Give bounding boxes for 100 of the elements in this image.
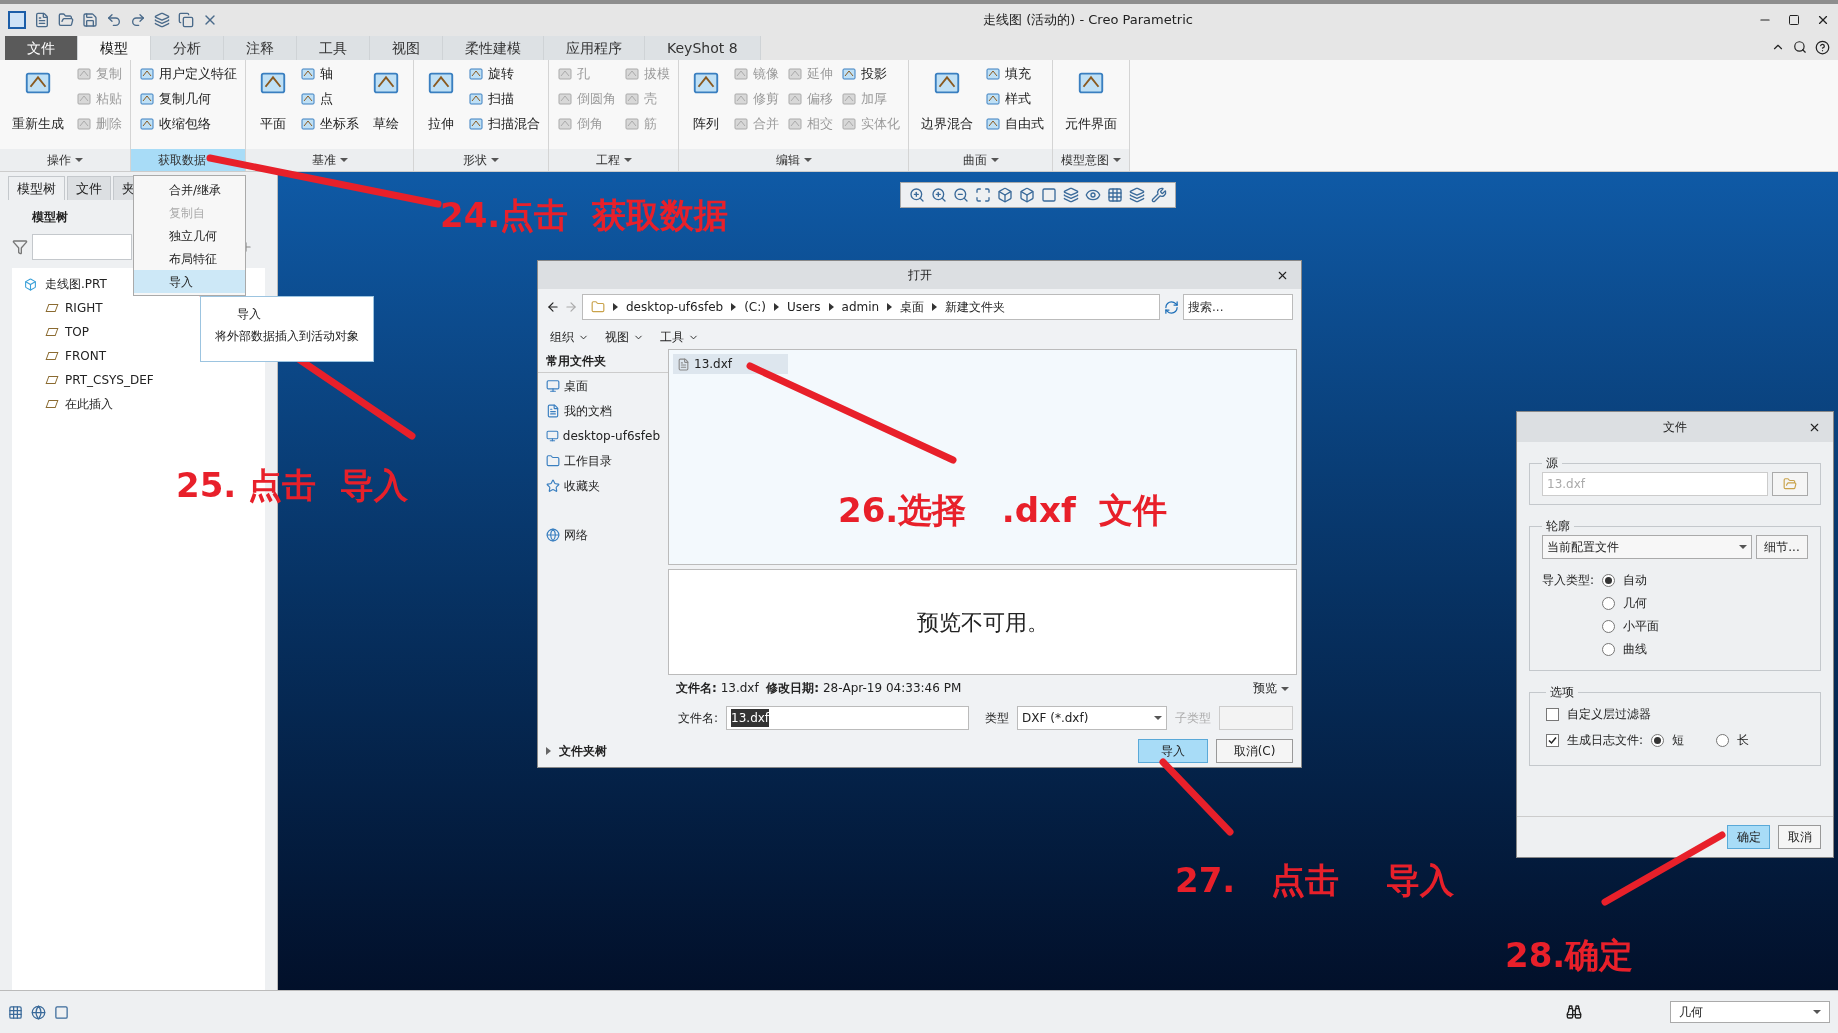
toolbar-menu[interactable]: 工具 [660, 328, 699, 346]
tree-item[interactable]: PRT_CSYS_DEF [12, 368, 265, 392]
ribbon-button[interactable]: 复制几何 [139, 89, 237, 108]
radio-button[interactable] [1602, 596, 1616, 610]
view-tool-icon[interactable] [975, 187, 991, 203]
ribbon-button[interactable]: 收缩包络 [139, 114, 237, 133]
radio-button[interactable] [1651, 733, 1665, 747]
ribbon-group-label[interactable]: 模型意图 [1053, 149, 1129, 171]
ribbon-button[interactable]: 坐标系 [300, 114, 359, 133]
ribbon-group-label[interactable]: 曲面 [909, 149, 1052, 171]
checkbox[interactable] [1546, 707, 1559, 721]
toolbar-icon[interactable] [178, 12, 194, 28]
dialog-button[interactable]: 取消(C) [1216, 739, 1293, 763]
radio-button[interactable] [1602, 573, 1616, 587]
view-tool-icon[interactable] [1019, 187, 1035, 203]
view-tool-icon[interactable] [953, 187, 969, 203]
filter-field[interactable] [32, 234, 132, 260]
ribbon-large-button[interactable]: 拉伸 [422, 64, 460, 149]
ribbon-group-label[interactable]: 操作 [0, 149, 130, 171]
details-button[interactable]: 细节... [1756, 535, 1808, 559]
view-tool-icon[interactable] [1063, 187, 1079, 203]
menu-item[interactable]: 独立几何 [134, 224, 245, 247]
ribbon-large-button[interactable]: 平面 [254, 64, 292, 149]
ribbon-button[interactable]: 轴 [300, 64, 359, 83]
help-icon[interactable] [1815, 39, 1830, 55]
ribbon-button[interactable]: 用户定义特征 [139, 64, 237, 83]
ribbon-button[interactable]: 扫描混合 [468, 114, 540, 133]
ribbon-button[interactable]: 投影 [841, 64, 900, 83]
path-segment[interactable]: desktop-uf6sfeb [626, 298, 724, 316]
ribbon-large-button[interactable]: 元件界面 [1061, 64, 1121, 149]
sidebar-item[interactable]: 工作目录 [538, 448, 668, 473]
status-icon[interactable] [54, 1004, 69, 1020]
back-icon[interactable] [546, 300, 560, 314]
app-icon[interactable] [8, 11, 26, 29]
tree-item[interactable]: FRONT [12, 344, 265, 368]
find-icon[interactable] [1566, 1004, 1582, 1020]
panel-tab[interactable]: 模型树 [8, 176, 65, 200]
ribbon-group-label[interactable]: 形状 [414, 149, 548, 171]
ribbon-button[interactable]: 扫描 [468, 89, 540, 108]
status-icon[interactable] [8, 1004, 23, 1020]
search-field[interactable]: 搜索... [1183, 294, 1293, 320]
panel-tab[interactable]: 文件 [67, 176, 111, 200]
path-segment[interactable]: 桌面 [900, 298, 925, 316]
view-tool-icon[interactable] [1085, 187, 1101, 203]
ribbon-group-label[interactable]: 编辑 [679, 149, 908, 171]
file-item[interactable]: 13.dxf [673, 354, 788, 374]
ribbon-tab[interactable]: 工具 [297, 36, 370, 60]
checkbox[interactable] [1546, 733, 1559, 747]
toolbar-icon[interactable] [130, 12, 146, 28]
ribbon-tab[interactable]: 视图 [370, 36, 443, 60]
ribbon-tab[interactable]: 应用程序 [544, 36, 645, 60]
toolbar-icon[interactable] [58, 12, 74, 28]
type-select[interactable]: DXF (*.dxf) [1017, 706, 1168, 730]
view-tool-icon[interactable] [1107, 187, 1123, 203]
preview-menu[interactable]: 预览 [1253, 679, 1289, 698]
view-tool-icon[interactable] [931, 187, 947, 203]
menu-item[interactable]: 布局特征 [134, 247, 245, 270]
ribbon-button[interactable]: 旋转 [468, 64, 540, 83]
toolbar-menu[interactable]: 视图 [605, 328, 644, 346]
tree-item[interactable]: 在此插入 [12, 392, 265, 416]
ribbon-tab[interactable]: 注释 [224, 36, 297, 60]
ribbon-group-label[interactable]: 基准 [246, 149, 413, 171]
view-tool-icon[interactable] [909, 187, 925, 203]
view-tool-icon[interactable] [1041, 187, 1057, 203]
toolbar-icon[interactable] [106, 12, 122, 28]
ribbon-button[interactable]: 样式 [985, 89, 1044, 108]
folder-tree-toggle[interactable]: 文件夹树 [559, 742, 607, 760]
radio-button[interactable] [1602, 619, 1616, 633]
radio-button[interactable] [1716, 733, 1730, 747]
ribbon-large-button[interactable]: 重新生成 [8, 64, 68, 149]
dialog-button[interactable]: 取消 [1778, 825, 1821, 849]
path-segment[interactable]: Users [786, 298, 821, 316]
filter-select[interactable]: 几何 [1670, 1001, 1830, 1023]
path-segment[interactable]: 新建文件夹 [945, 298, 1006, 316]
path-segment[interactable]: admin [841, 298, 880, 316]
ribbon-large-button[interactable]: 边界混合 [917, 64, 977, 149]
toolbar-icon[interactable] [82, 12, 98, 28]
refresh-icon[interactable] [1164, 299, 1179, 315]
search-icon[interactable] [1793, 40, 1807, 54]
tree-item[interactable]: 走线图.PRT [24, 272, 107, 296]
ribbon-button[interactable]: 点 [300, 89, 359, 108]
dialog-button[interactable]: 确定 [1727, 825, 1770, 849]
view-tool-icon[interactable] [997, 187, 1013, 203]
ribbon-tab[interactable]: 模型 [78, 36, 151, 60]
dialog-button[interactable]: 导入 [1138, 739, 1208, 763]
sidebar-item[interactable]: 收藏夹 [538, 473, 668, 498]
ribbon-button[interactable]: 自由式 [985, 114, 1044, 133]
ribbon-large-button[interactable]: 阵列 [687, 64, 725, 149]
ribbon-tab[interactable]: 分析 [151, 36, 224, 60]
profile-select[interactable]: 当前配置文件 [1542, 535, 1752, 559]
ribbon-tab[interactable]: 柔性建模 [443, 36, 544, 60]
path-segment[interactable]: (C:) [744, 298, 766, 316]
close-icon[interactable] [1816, 13, 1830, 27]
filename-field[interactable]: 13.dxf [726, 706, 970, 730]
toolbar-menu[interactable]: 组织 [550, 328, 589, 346]
sidebar-item[interactable]: 我的文档 [538, 398, 668, 423]
toolbar-icon[interactable] [34, 12, 50, 28]
radio-button[interactable] [1602, 642, 1616, 656]
ribbon-large-button[interactable]: 草绘 [367, 64, 405, 149]
maximize-icon[interactable] [1788, 14, 1800, 26]
